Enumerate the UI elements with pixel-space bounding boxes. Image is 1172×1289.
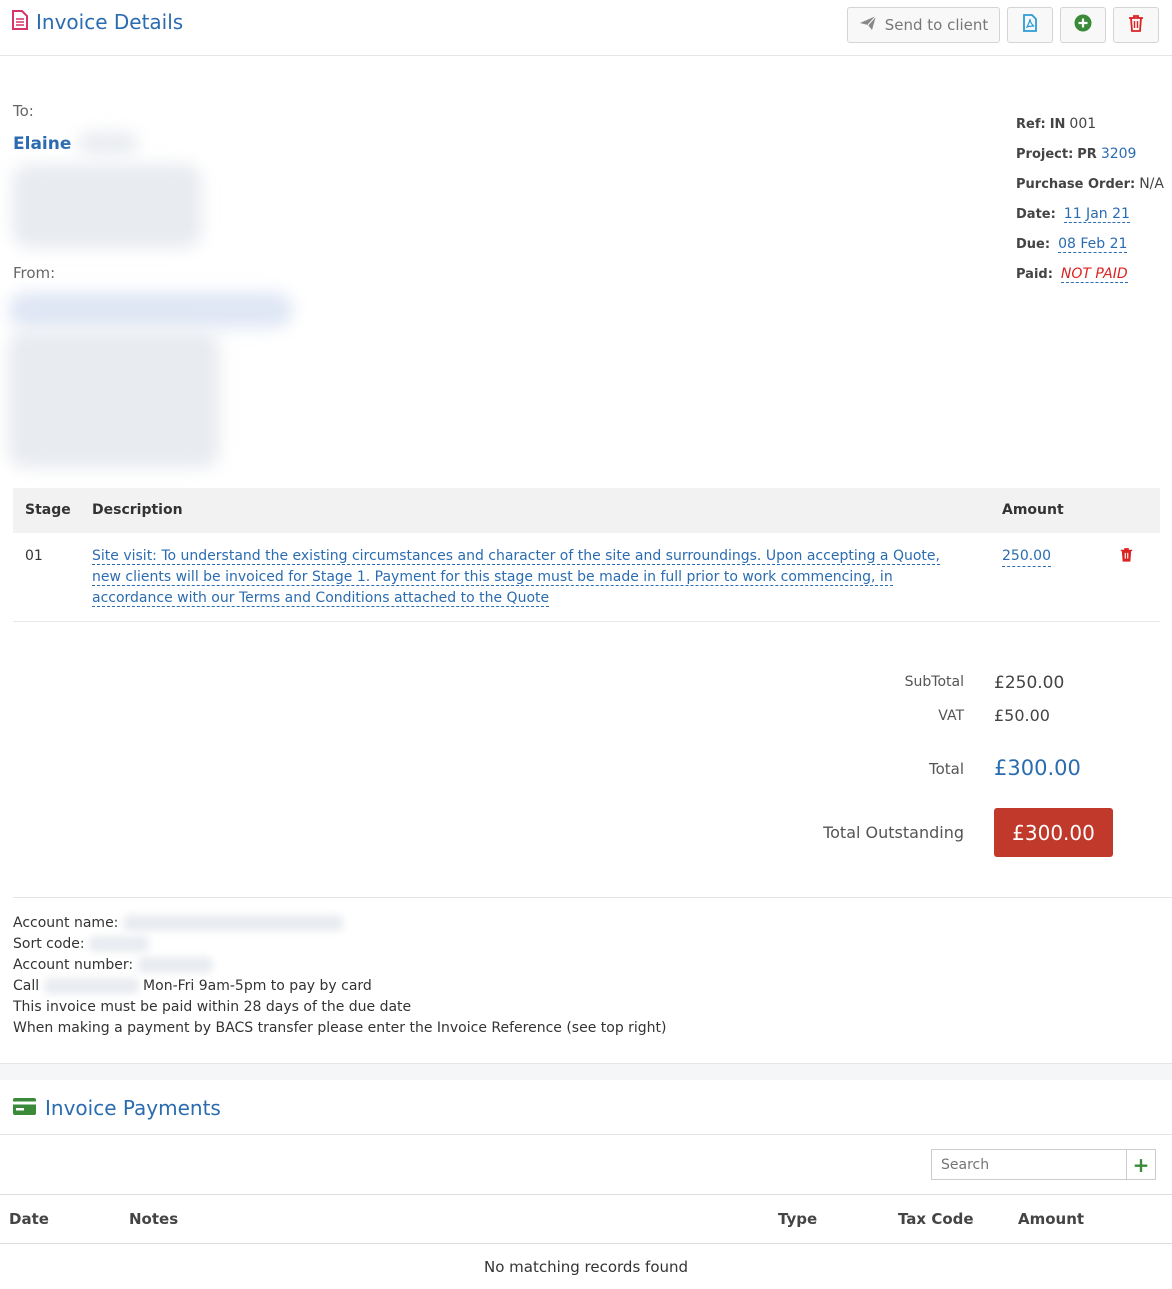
item-amount-editable[interactable]: 250.00 — [1002, 546, 1051, 567]
account-number-label: Account number: — [13, 957, 134, 973]
divider — [13, 897, 1172, 898]
invoice-doc-icon — [12, 10, 28, 34]
ref-row: Ref: IN 001 — [1016, 109, 1164, 139]
paid-status-editable[interactable]: NOT PAID — [1060, 266, 1128, 283]
redacted-company-name — [8, 292, 293, 328]
delete-invoice-button[interactable] — [1113, 7, 1159, 43]
payments-title-text: Invoice Payments — [45, 1096, 221, 1120]
trash-icon — [1128, 14, 1144, 36]
invoice-meta: Ref: IN 001 Project: PR 3209 Purchase Or… — [1016, 109, 1164, 289]
sort-code-line: Sort code: — [13, 934, 667, 955]
date-row: Date: 11 Jan 21 — [1016, 199, 1164, 229]
paper-plane-icon — [859, 15, 877, 35]
project-row: Project: PR 3209 — [1016, 139, 1164, 169]
item-description-line: new clients will be invoiced for Stage 1… — [92, 569, 893, 586]
client-name[interactable]: Elaine — [13, 134, 71, 154]
divider — [0, 1134, 1172, 1135]
ref-prefix: IN — [1049, 116, 1066, 132]
table-row: 01 Site visit: To understand the existin… — [13, 533, 1160, 622]
to-label: To: — [13, 102, 34, 120]
payments-title: Invoice Payments — [13, 1096, 221, 1120]
col-type[interactable]: Type — [778, 1210, 817, 1228]
po-key: Purchase Order: — [1016, 176, 1136, 192]
credit-card-icon — [13, 1097, 36, 1119]
paid-row: Paid: NOT PAID — [1016, 259, 1164, 289]
paid-key: Paid: — [1016, 266, 1053, 282]
redacted-surname — [78, 132, 138, 154]
send-to-client-button[interactable]: Send to client — [847, 7, 1000, 43]
toolbar: Send to client — [847, 7, 1159, 43]
due-key: Due: — [1016, 236, 1051, 252]
redacted-value — [122, 915, 343, 931]
redacted-value — [137, 957, 213, 973]
call-label: Call — [13, 978, 40, 994]
vat-label: VAT — [938, 708, 964, 724]
search-input[interactable] — [931, 1149, 1126, 1180]
delete-item-icon[interactable] — [1120, 547, 1133, 566]
total-value: £300.00 — [994, 756, 1081, 780]
account-name-label: Account name: — [13, 915, 119, 931]
invoice-header: Invoice Details Send to client — [0, 0, 1172, 56]
outstanding-badge: £300.00 — [994, 808, 1113, 857]
add-button[interactable] — [1060, 7, 1106, 43]
due-row: Due: 08 Feb 21 — [1016, 229, 1164, 259]
redacted-phone — [43, 978, 139, 994]
items-table-header: Stage Description Amount — [13, 488, 1160, 533]
redacted-client-address — [12, 164, 202, 248]
account-name-line: Account name: — [13, 913, 667, 934]
ref-key: Ref: — [1016, 116, 1046, 132]
section-separator — [0, 1063, 1172, 1080]
empty-state: No matching records found — [483, 1258, 689, 1276]
redacted-value — [89, 936, 150, 952]
bacs-line: When making a payment by BACS transfer p… — [13, 1020, 667, 1036]
terms-line: This invoice must be paid within 28 days… — [13, 999, 412, 1015]
total-label: Total — [928, 760, 964, 778]
project-link[interactable]: 3209 — [1101, 146, 1137, 162]
sort-code-label: Sort code: — [13, 936, 85, 952]
col-stage: Stage — [25, 502, 71, 518]
due-editable[interactable]: 08 Feb 21 — [1058, 236, 1128, 253]
outstanding-label: Total Outstanding — [823, 823, 964, 842]
col-tax-code[interactable]: Tax Code — [898, 1210, 974, 1228]
page-title-text: Invoice Details — [36, 10, 184, 34]
col-amount: Amount — [1002, 502, 1064, 518]
call-hours: Mon-Fri 9am-5pm to pay by card — [143, 978, 372, 994]
date-key: Date: — [1016, 206, 1056, 222]
send-to-client-label: Send to client — [884, 16, 989, 34]
payment-instructions: Account name: Sort code: Account number:… — [13, 913, 667, 1039]
pdf-icon — [1023, 14, 1037, 36]
item-stage: 01 — [25, 548, 43, 564]
project-key: Project: — [1016, 146, 1074, 162]
project-prefix: PR — [1077, 146, 1097, 162]
subtotal-label: SubTotal — [904, 674, 964, 690]
call-line: Call Mon-Fri 9am-5pm to pay by card — [13, 976, 667, 997]
subtotal-value: £250.00 — [994, 673, 1065, 693]
redacted-company-address — [8, 330, 220, 468]
col-date[interactable]: Date — [9, 1210, 49, 1228]
vat-value: £50.00 — [994, 706, 1050, 725]
purchase-order-row: Purchase Order: N/A — [1016, 169, 1164, 199]
ref-value: 001 — [1069, 116, 1097, 132]
po-value: N/A — [1139, 176, 1164, 192]
from-label: From: — [13, 264, 56, 282]
add-payment-button[interactable]: + — [1126, 1149, 1156, 1180]
col-notes[interactable]: Notes — [129, 1210, 178, 1228]
account-number-line: Account number: — [13, 955, 667, 976]
item-description-line: accordance with our Terms and Conditions… — [92, 590, 550, 607]
col-amount[interactable]: Amount — [1018, 1210, 1084, 1228]
item-description-editable[interactable]: Site visit: To understand the existing c… — [92, 546, 972, 609]
item-description-line: Site visit: To understand the existing c… — [92, 548, 940, 565]
plus-circle-icon — [1074, 14, 1092, 36]
col-description: Description — [92, 502, 183, 518]
payments-table-header: Date Notes Type Tax Code Amount — [0, 1194, 1172, 1244]
date-editable[interactable]: 11 Jan 21 — [1063, 206, 1130, 223]
page-title: Invoice Details — [12, 10, 183, 34]
download-pdf-button[interactable] — [1007, 7, 1053, 43]
